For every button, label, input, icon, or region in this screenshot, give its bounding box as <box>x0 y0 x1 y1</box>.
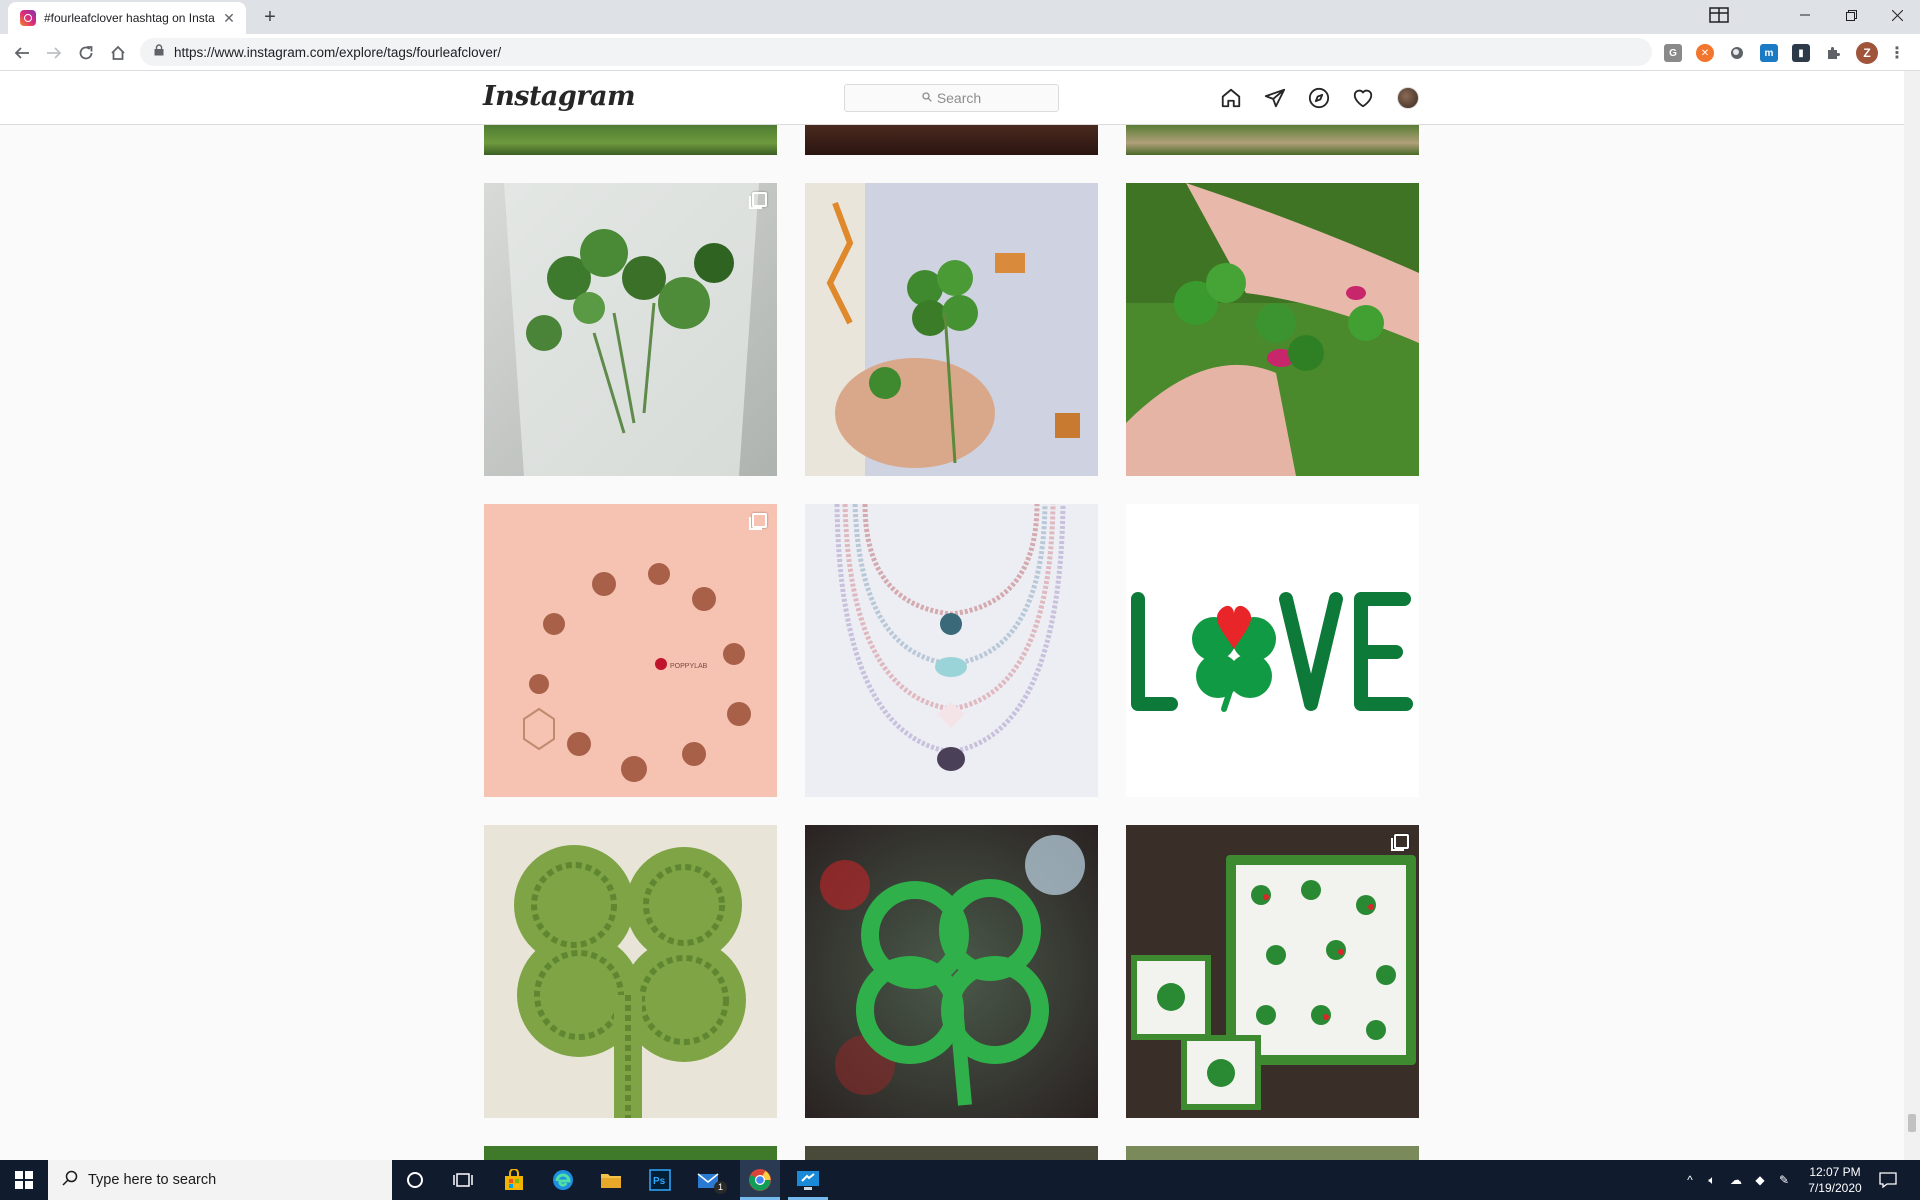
minimize-button[interactable] <box>1782 0 1828 30</box>
post-tile-partial[interactable] <box>805 125 1098 155</box>
explore-compass-icon[interactable] <box>1307 86 1331 110</box>
post-tile-love-clover[interactable] <box>1126 504 1419 797</box>
post-tile-knitted-clover[interactable] <box>484 825 777 1118</box>
browser-tab[interactable]: #fourleafclover hashtag on Insta ✕ <box>8 2 246 34</box>
instagram-favicon-icon <box>20 10 36 26</box>
clock-time: 12:07 PM <box>1809 1165 1861 1179</box>
restore-button[interactable] <box>1828 0 1874 30</box>
reload-button[interactable] <box>72 39 100 67</box>
post-tile-painted-clover[interactable] <box>805 825 1098 1118</box>
tab-close-icon[interactable]: ✕ <box>220 9 238 27</box>
search-placeholder: Search <box>936 90 982 106</box>
profile-avatar-icon[interactable] <box>1397 87 1419 109</box>
post-tile-partial[interactable] <box>805 1146 1098 1160</box>
instagram-header: Instagram Search <box>0 71 1904 125</box>
dropbox-icon[interactable]: ◆ <box>1748 1173 1772 1187</box>
remote-desktop-icon[interactable] <box>794 1166 822 1194</box>
windows-start-icon[interactable] <box>10 1166 38 1194</box>
browser-menu-icon[interactable]: ⋮ <box>1888 44 1906 62</box>
lock-icon <box>154 43 164 61</box>
search-icon <box>922 91 932 105</box>
post-tile-partial[interactable] <box>1126 1146 1419 1160</box>
task-view-icon[interactable] <box>449 1166 477 1194</box>
post-tile-partial[interactable] <box>1126 125 1419 155</box>
post-tile-partial[interactable] <box>484 1146 777 1160</box>
extensions-puzzle-icon[interactable] <box>1824 44 1842 62</box>
taskbar-search-input[interactable]: Type here to search <box>48 1160 392 1200</box>
multiple-posts-icon <box>749 192 767 209</box>
activity-heart-icon[interactable] <box>1351 86 1375 110</box>
show-hidden-icons-icon[interactable]: ^ <box>1680 1173 1700 1187</box>
tab-title: #fourleafclover hashtag on Insta <box>44 11 215 25</box>
cortana-icon[interactable] <box>401 1166 429 1194</box>
post-tile-clover-glass[interactable] <box>484 183 777 476</box>
mail-badge: 1 <box>714 1181 727 1194</box>
chrome-icon[interactable] <box>746 1166 774 1194</box>
search-input[interactable]: Search <box>844 84 1059 112</box>
multiple-posts-icon <box>1391 834 1409 851</box>
windows-taskbar: Type here to search Ps 1 ^ 🔈︎ ☁︎ ◆ ✎ 12:… <box>0 1160 1920 1200</box>
browser-tab-strip: #fourleafclover hashtag on Insta ✕ + <box>0 0 1920 34</box>
extension-blue-icon[interactable]: m <box>1760 44 1778 62</box>
mail-icon[interactable]: 1 <box>695 1166 727 1194</box>
taskbar-search-placeholder: Type here to search <box>88 1172 217 1188</box>
address-bar[interactable]: https://www.instagram.com/explore/tags/f… <box>140 38 1652 66</box>
browser-toolbar: https://www.instagram.com/explore/tags/f… <box>0 34 1920 71</box>
extension-circle-icon[interactable] <box>1728 44 1746 62</box>
edge-browser-icon[interactable] <box>549 1166 577 1194</box>
direct-messages-icon[interactable] <box>1263 86 1287 110</box>
onedrive-cloud-icon[interactable]: ☁︎ <box>1724 1173 1748 1187</box>
post-tile-partial[interactable] <box>484 125 777 155</box>
multiple-posts-icon <box>749 513 767 530</box>
notifications-icon[interactable] <box>1874 1166 1902 1194</box>
post-tile-clover-fabric[interactable] <box>805 183 1098 476</box>
new-tab-button[interactable]: + <box>258 6 282 30</box>
post-tile-clover-earrings[interactable]: POPPYLAB <box>484 504 777 797</box>
post-tile-clover-tray[interactable] <box>1126 825 1419 1118</box>
back-button[interactable] <box>8 39 36 67</box>
reading-list-icon[interactable] <box>1696 0 1742 30</box>
clock-date: 7/19/2020 <box>1808 1181 1862 1195</box>
search-icon <box>62 1170 78 1190</box>
svg-text:POPPYLAB: POPPYLAB <box>670 663 708 670</box>
system-clock[interactable]: 12:07 PM 7/19/2020 <box>1785 1164 1885 1196</box>
system-tray: ^ 🔈︎ ☁︎ ◆ ✎ <box>1680 1160 1796 1200</box>
post-tile-clover-fingers[interactable] <box>1126 183 1419 476</box>
close-window-button[interactable] <box>1874 0 1920 30</box>
store-icon[interactable] <box>500 1166 528 1194</box>
extension-g-icon[interactable]: G <box>1664 44 1682 62</box>
extension-dark-icon[interactable]: ▮ <box>1792 44 1810 62</box>
forward-button[interactable] <box>40 39 68 67</box>
scrollbar-thumb[interactable] <box>1908 1114 1916 1132</box>
file-explorer-icon[interactable] <box>597 1166 625 1194</box>
profile-avatar[interactable]: Z <box>1856 42 1878 64</box>
extension-x-icon[interactable]: ✕ <box>1696 44 1714 62</box>
volume-icon[interactable]: 🔈︎ <box>1700 1173 1724 1188</box>
svg-text:Ps: Ps <box>653 1176 666 1187</box>
home-button[interactable] <box>104 39 132 67</box>
instagram-logo[interactable]: Instagram <box>483 81 636 112</box>
post-tile-necklaces[interactable] <box>805 504 1098 797</box>
page-scrollbar[interactable] <box>1904 71 1920 1160</box>
instagram-page: Instagram Search POPPYLAB <box>0 71 1920 1160</box>
home-icon[interactable] <box>1219 86 1243 110</box>
photoshop-icon[interactable]: Ps <box>646 1166 674 1194</box>
url-text: https://www.instagram.com/explore/tags/f… <box>174 44 502 60</box>
